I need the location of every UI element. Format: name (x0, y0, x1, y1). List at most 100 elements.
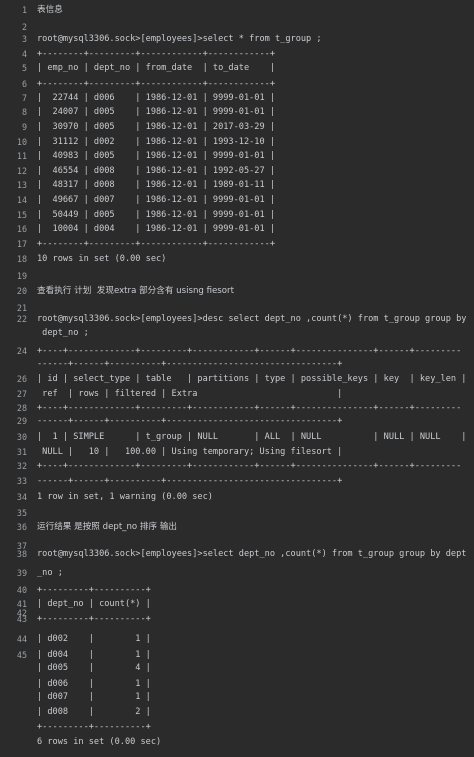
line-text: | d004 | 1 | (37, 650, 151, 660)
line-text: | d006 | 1 | (37, 679, 151, 689)
code-line: 43 +---------+----------+ (0, 612, 474, 626)
line-text: ------+------+----------+---------------… (37, 416, 343, 426)
line-number: 8 (21, 107, 27, 117)
line-number: 7 (21, 93, 27, 103)
line-text: ref | rows | filtered | Extra | (37, 389, 343, 399)
line-text: dept_no ; (37, 328, 89, 338)
code-line: 18 10 rows in set (0.00 sec) (0, 252, 474, 266)
code-line: 28 +----+-------------+---------+--------… (0, 401, 474, 415)
code-line: 33 ------+------+----------+-------------… (0, 474, 474, 488)
line-number: 9 (21, 122, 27, 132)
line-number: 20 (16, 286, 27, 296)
line-number: 22 (16, 314, 27, 324)
code-line: 45 | d004 | 1 | (0, 648, 474, 662)
line-text: +--------+---------+------------+-------… (37, 79, 275, 89)
line-number: 35 (16, 508, 27, 518)
line-number: 16 (16, 224, 27, 234)
line-text: | 1 | SIMPLE | t_group | NULL | ALL | NU… (37, 432, 467, 442)
line-number: 43 (16, 614, 27, 624)
code-line: 3 root@mysql3306.sock>[employees]>select … (0, 32, 474, 46)
line-text: | 49667 | d007 | 1986-12-01 | 9999-01-01… (37, 195, 275, 205)
line-number: 14 (16, 195, 27, 205)
line-text: 10 rows in set (0.00 sec) (37, 254, 167, 264)
line-number: 13 (16, 180, 27, 190)
line-number: 4 (21, 49, 27, 59)
code-line: 6 +--------+---------+------------+------… (0, 77, 474, 91)
code-line: 4 +--------+---------+------------+------… (0, 47, 474, 61)
code-line: 38 root@mysql3306.sock>[employees]>select… (0, 547, 474, 561)
line-number: 40 (16, 585, 27, 595)
code-line: 29 ------+------+----------+-------------… (0, 414, 474, 428)
line-text: +----+-------------+---------+----------… (37, 346, 462, 356)
line-number: 29 (16, 416, 27, 426)
code-line: 10 | 31112 | d002 | 1986-12-01 | 1993-12-… (0, 135, 474, 149)
code-line: 35 (0, 506, 474, 520)
code-line: 6 rows in set (0.00 sec) (0, 735, 474, 749)
line-text: root@mysql3306.sock>[employees]>select *… (37, 34, 322, 44)
code-editor[interactable]: 1 表信息 2 3 root@mysql3306.sock>[employees]>se… (0, 0, 474, 757)
code-line: 5 | emp_no | dept_no | from_date | to_dat… (0, 61, 474, 75)
line-text: | id | select_type | table | partitions … (37, 374, 467, 384)
line-text: | 48317 | d008 | 1986-12-01 | 1989-01-11… (37, 180, 275, 190)
code-line: +---------+----------+ (0, 720, 474, 734)
code-line: 27 ref | rows | filtered | Extra | (0, 387, 474, 401)
line-text: | 22744 | d006 | 1986-12-01 | 9999-01-01… (37, 93, 275, 103)
line-text: | 50449 | d005 | 1986-12-01 | 9999-01-01… (37, 210, 275, 220)
line-text: | 46554 | d008 | 1986-12-01 | 1992-05-27… (37, 166, 275, 176)
line-text: | 24007 | d005 | 1986-12-01 | 9999-01-01… (37, 107, 275, 117)
code-line: 17 +--------+---------+------------+-----… (0, 237, 474, 251)
line-number: 19 (16, 271, 27, 281)
line-number: 3 (21, 34, 27, 44)
line-number: 31 (16, 447, 27, 457)
line-number: 17 (16, 239, 27, 249)
line-text: 运行结果 是按照 dept_no 排序 输出 (37, 522, 178, 532)
line-number: 28 (16, 403, 27, 413)
line-text: +---------+----------+ (37, 585, 151, 595)
line-number: 38 (16, 549, 27, 559)
line-text: 查看执行 计划 发现extra 部分含有 usisng fiesort (37, 286, 234, 296)
code-line: ------+------+----------+---------------… (0, 357, 474, 371)
line-number: 18 (16, 254, 27, 264)
line-number: 15 (16, 210, 27, 220)
code-line: | d008 | 2 | (0, 705, 474, 719)
code-line: 26 | id | select_type | table | partition… (0, 372, 474, 386)
code-line: 22 root@mysql3306.sock>[employees]>desc s… (0, 312, 474, 326)
code-line: 44 | d002 | 1 | (0, 632, 474, 646)
line-text: +--------+---------+------------+-------… (37, 49, 275, 59)
code-line: | d006 | 1 | (0, 677, 474, 691)
line-text: root@mysql3306.sock>[employees]>desc sel… (37, 314, 467, 324)
code-line: 19 (0, 269, 474, 283)
code-line: 1 表信息 (0, 3, 474, 17)
line-number: 6 (21, 79, 27, 89)
code-line: 20 查看执行 计划 发现extra 部分含有 usisng fiesort (0, 284, 474, 298)
line-text: | 40983 | d005 | 1986-12-01 | 9999-01-01… (37, 151, 275, 161)
code-line: 36 运行结果 是按照 dept_no 排序 输出 (0, 520, 474, 534)
code-line: 16 | 10004 | d004 | 1986-12-01 | 9999-01-… (0, 222, 474, 236)
line-number: 10 (16, 137, 27, 147)
code-line: 15 | 50449 | d005 | 1986-12-01 | 9999-01-… (0, 208, 474, 222)
line-text: ------+------+----------+---------------… (37, 359, 343, 369)
code-line: 40 +---------+----------+ (0, 583, 474, 597)
line-number: 36 (16, 522, 27, 532)
line-number: 24 (16, 346, 27, 356)
code-line: 32 +----+-------------+---------+--------… (0, 459, 474, 473)
code-line: 14 | 49667 | d007 | 1986-12-01 | 9999-01-… (0, 193, 474, 207)
line-text: NULL | 10 | 100.00 | Using temporary; Us… (37, 447, 343, 457)
line-text: +---------+----------+ (37, 722, 151, 732)
code-line: 13 | 48317 | d008 | 1986-12-01 | 1989-01-… (0, 178, 474, 192)
line-text: +---------+----------+ (37, 614, 151, 624)
line-number: 1 (21, 5, 27, 15)
line-number: 33 (16, 476, 27, 486)
line-text: | d005 | 4 | (37, 663, 151, 673)
code-line: dept_no ; (0, 326, 474, 340)
line-text: ------+------+----------+---------------… (37, 476, 343, 486)
line-number: 45 (16, 650, 27, 660)
code-line: 7 | 22744 | d006 | 1986-12-01 | 9999-01-0… (0, 91, 474, 105)
line-number: 39 (16, 568, 27, 578)
code-line: 31 NULL | 10 | 100.00 | Using temporary;… (0, 445, 474, 459)
line-number: 44 (16, 634, 27, 644)
line-text: | d007 | 1 | (37, 692, 151, 702)
line-number: 5 (21, 63, 27, 73)
line-text: root@mysql3306.sock>[employees]>select d… (37, 549, 467, 559)
line-number: 27 (16, 389, 27, 399)
